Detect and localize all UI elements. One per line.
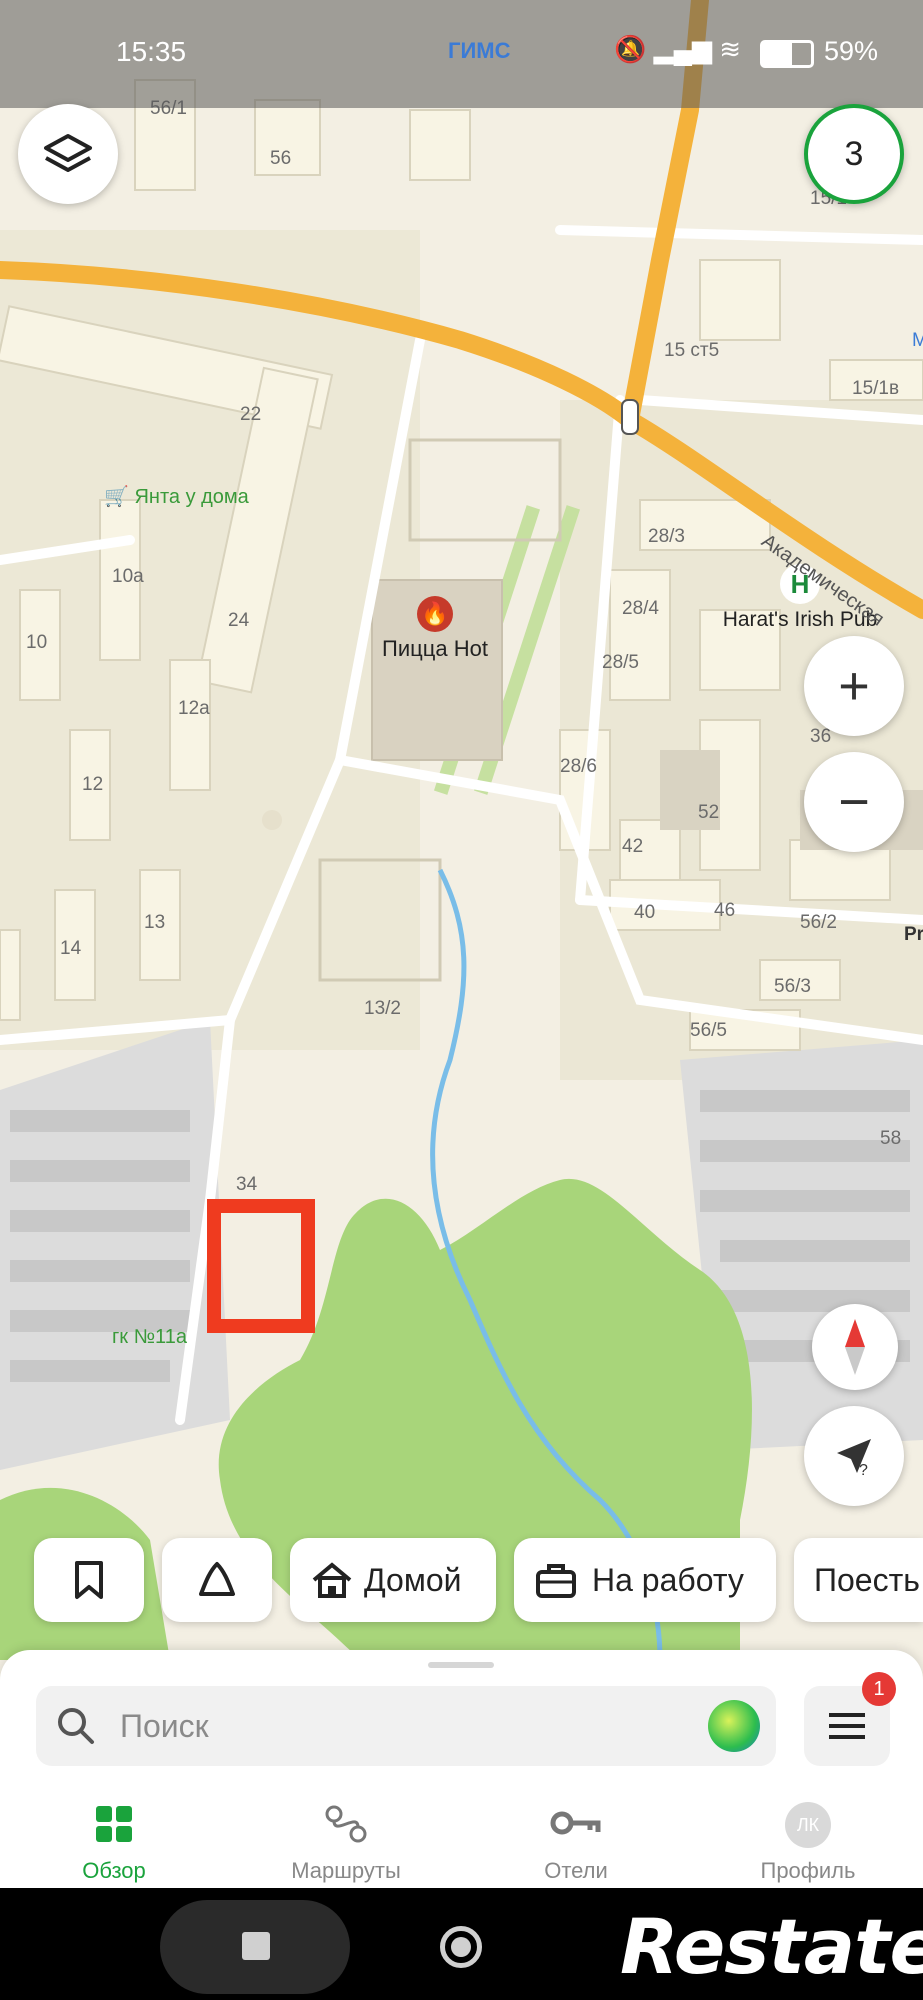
house-number: 10 [26,632,48,653]
fire-icon: 🔥 [417,596,453,632]
basket-icon: 🛒 [104,486,129,508]
house-number: 56/5 [690,1020,727,1041]
assistant-orb-icon[interactable] [708,1700,760,1752]
navigation-arrow-icon: ? [837,1439,871,1479]
key-icon [550,1811,601,1835]
battery-icon [760,40,814,68]
eat-chip[interactable]: Поесть [794,1538,923,1622]
tab-profile[interactable]: ЛК Профиль [718,1796,898,1886]
locate-button[interactable]: ? [804,1406,904,1506]
avatar: ЛК [785,1802,831,1848]
home-nav-button[interactable] [440,1926,482,1968]
house-number: М [912,330,923,351]
menu-badge: 1 [862,1672,896,1706]
grid-icon [96,1806,132,1842]
house-number: 24 [228,610,250,631]
svg-text:?: ? [859,1462,868,1479]
system-nav-bar: Restate [0,1888,923,2000]
house-number: 52 [698,802,720,823]
tab-hotels[interactable]: Отели [486,1796,666,1886]
search-input[interactable]: Поиск [120,1708,209,1745]
bell-icon [199,1562,235,1596]
house-number: Pr [904,924,923,945]
minus-icon: − [838,772,870,832]
layers-icon [44,134,92,172]
house-number: 14 [60,938,82,959]
work-chip[interactable]: На работу [514,1538,776,1622]
hamburger-icon [829,1713,865,1739]
compass-button[interactable] [812,1304,898,1390]
status-center-label: ГИМС [448,38,511,63]
menu-button[interactable]: 1 [804,1672,896,1766]
map-canvas[interactable] [0,0,923,1660]
house-number: 22 [240,404,262,425]
house-number: 28/6 [560,756,597,777]
house-number: 13 [144,912,166,933]
poi-pizza-hot[interactable]: 🔥 Пицца Hot [370,596,500,662]
house-number: 10а [112,566,144,587]
search-bar[interactable]: Поиск [36,1686,776,1766]
status-bar: 15:35 ГИМС 🔕 ▂▄▆ ≋ 59% [0,0,923,108]
poi-label-garage[interactable]: гк №11а [112,1326,187,1349]
battery-percent: 59% [824,36,879,66]
house-number: 56/2 [800,912,837,933]
signal-icon: ▂▄▆ [653,34,713,64]
house-number: 56 [270,148,292,169]
house-number: 40 [634,902,656,923]
tab-routes[interactable]: Маршруты [256,1796,436,1886]
zoom-in-button[interactable]: + [804,636,904,736]
search-icon [58,1708,94,1744]
poi-label-yanta[interactable]: 🛒 Янта у дома [104,484,249,509]
house-number: 28/3 [648,526,685,547]
home-chip[interactable]: Домой [290,1538,496,1622]
house-number: 58 [880,1128,902,1149]
house-number: 12а [178,698,210,719]
house-number: 42 [622,836,644,857]
house-number: 28/5 [602,652,639,673]
house-number: 46 [714,900,736,921]
mute-icon: 🔕 [614,34,647,64]
home-icon [312,1562,352,1598]
bookmarks-chip[interactable] [34,1538,144,1622]
wifi-icon: ≋ [719,34,742,64]
bookmark-icon [75,1561,103,1599]
house-number: 15 ст5 [664,340,720,361]
compass-icon [845,1319,865,1375]
route-count-badge[interactable]: 3 [804,104,904,204]
briefcase-icon [536,1564,576,1598]
recents-button[interactable] [242,1932,270,1960]
sheet-handle[interactable] [428,1662,494,1668]
house-number: 12 [82,774,104,795]
status-icons: 🔕 ▂▄▆ ≋ [614,34,741,65]
layers-button[interactable] [18,104,118,204]
route-icon [325,1805,367,1843]
plus-icon: + [838,656,870,716]
house-number: 56/3 [774,976,811,997]
house-number: 34 [236,1174,258,1195]
house-number: 36 [810,726,832,747]
tab-overview[interactable]: Обзор [24,1796,204,1886]
watermark-logo: Restate [620,1902,923,1991]
house-number: 15/1в [852,378,900,399]
house-number: 13/2 [364,998,401,1019]
notifications-chip[interactable] [162,1538,272,1622]
zoom-out-button[interactable]: − [804,752,904,852]
house-number: 28/4 [622,598,659,619]
status-time: 15:35 [116,36,187,67]
